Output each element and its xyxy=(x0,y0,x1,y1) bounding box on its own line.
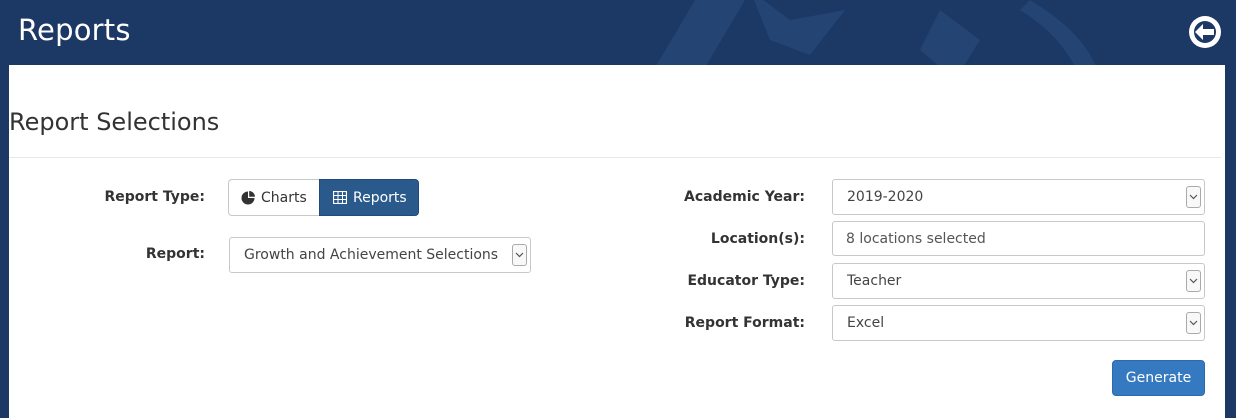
left-frame-border xyxy=(0,0,9,418)
report-select-value: Growth and Achievement Selections xyxy=(244,247,499,263)
pie-chart-icon xyxy=(241,190,255,204)
locations-field[interactable]: 8 locations selected xyxy=(832,221,1205,256)
page-header: Reports xyxy=(0,0,1236,65)
page-title: Reports xyxy=(18,13,131,47)
report-type-label: Report Type: xyxy=(104,189,205,205)
generate-button[interactable]: Generate xyxy=(1112,360,1205,396)
educator-type-label: Educator Type: xyxy=(687,273,805,289)
reports-toggle-label: Reports xyxy=(353,189,407,206)
table-icon xyxy=(333,191,347,204)
report-selections-panel: Report Selections Report Type: Charts Re… xyxy=(9,65,1225,418)
header-star-watermark xyxy=(656,0,1096,65)
academic-year-select[interactable]: 2019-2020 xyxy=(832,179,1205,215)
section-title: Report Selections xyxy=(9,108,220,136)
locations-label: Location(s): xyxy=(710,231,805,247)
charts-toggle-button[interactable]: Charts xyxy=(228,179,319,216)
reports-toggle-button[interactable]: Reports xyxy=(319,179,419,216)
circle-arrow-left-icon xyxy=(1189,16,1221,48)
report-format-select[interactable]: Excel xyxy=(832,305,1205,341)
chevron-down-icon xyxy=(1186,270,1201,292)
report-format-value: Excel xyxy=(847,315,885,331)
educator-type-value: Teacher xyxy=(847,273,902,289)
chevron-down-icon xyxy=(1186,186,1201,208)
app-frame: Reports Report Selections Report Type: C… xyxy=(0,0,1236,418)
locations-field-value: 8 locations selected xyxy=(846,230,986,247)
report-format-label: Report Format: xyxy=(684,315,805,331)
chevron-down-icon xyxy=(512,244,527,266)
report-select[interactable]: Growth and Achievement Selections xyxy=(229,237,531,273)
report-type-toggle: Charts Reports xyxy=(228,179,419,216)
academic-year-value: 2019-2020 xyxy=(847,189,924,205)
section-divider xyxy=(9,157,1221,158)
academic-year-label: Academic Year: xyxy=(684,189,805,205)
right-frame-border xyxy=(1225,0,1236,418)
back-button[interactable] xyxy=(1187,14,1223,50)
charts-toggle-label: Charts xyxy=(261,189,307,206)
educator-type-select[interactable]: Teacher xyxy=(832,263,1205,299)
report-label: Report: xyxy=(145,246,205,262)
chevron-down-icon xyxy=(1186,312,1201,334)
